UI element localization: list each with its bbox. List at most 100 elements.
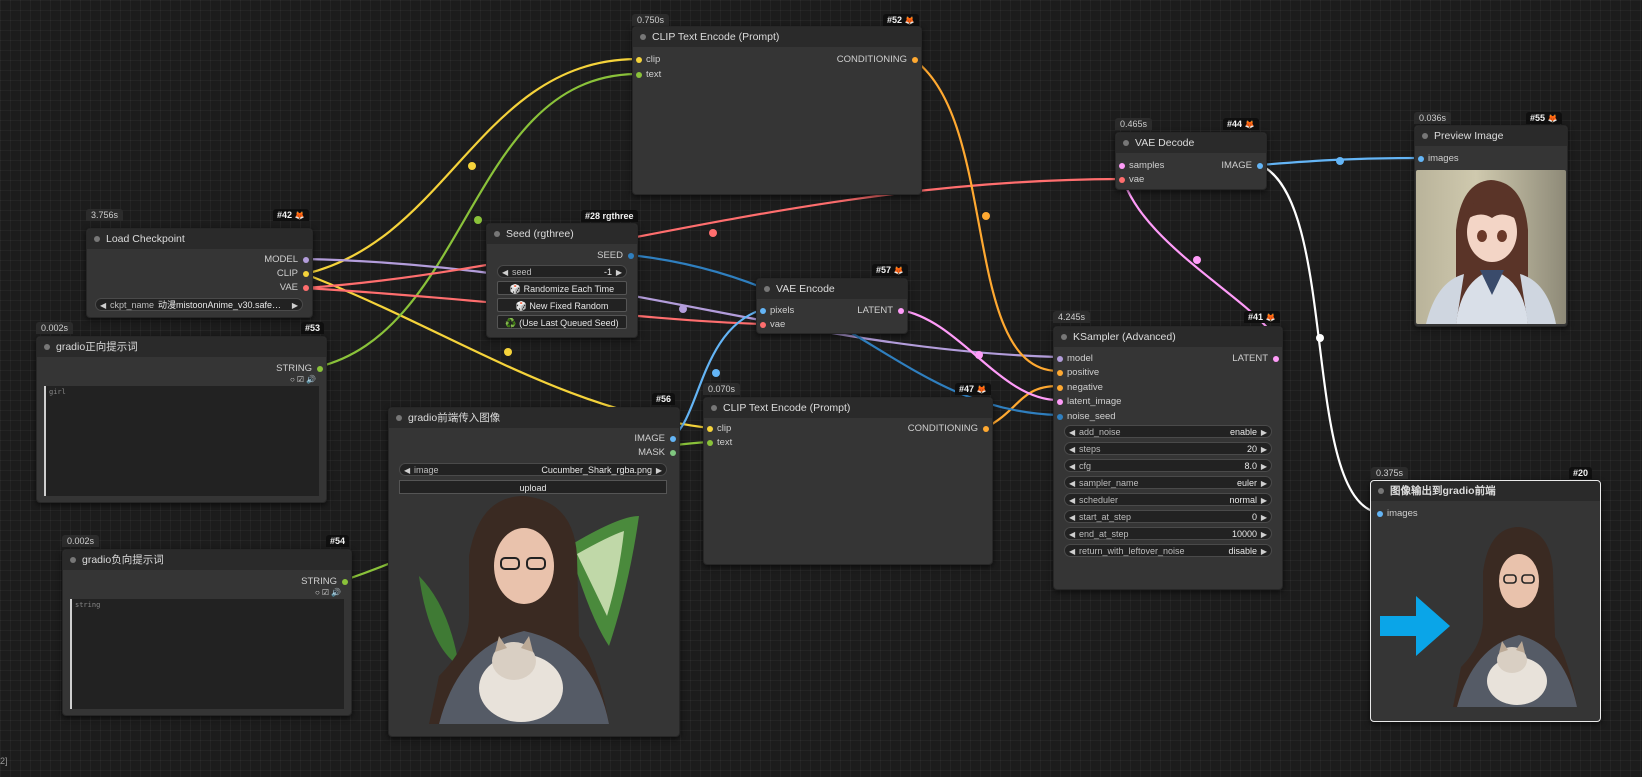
node-vae-encode-57[interactable]: VAE Encode pixels vae LATENT bbox=[756, 278, 908, 334]
collapse-dot-icon[interactable] bbox=[764, 286, 770, 292]
node-title[interactable]: Load Checkpoint bbox=[87, 229, 312, 249]
input-pin-pixels[interactable] bbox=[760, 308, 766, 314]
output-pin-model[interactable] bbox=[303, 257, 309, 263]
collapse-dot-icon[interactable] bbox=[711, 405, 717, 411]
cfg-number[interactable]: ◀ cfg 8.0 ▶ bbox=[1064, 459, 1272, 472]
node-seed-rgthree-28[interactable]: Seed (rgthree) SEED ◀ seed -1 ▶ 🎲 Random… bbox=[486, 223, 638, 338]
arrow-left-icon[interactable]: ◀ bbox=[100, 299, 106, 312]
randomize-each-time-button[interactable]: 🎲 Randomize Each Time bbox=[497, 281, 627, 295]
output-pin-string[interactable] bbox=[317, 366, 323, 372]
image-combo[interactable]: ◀ image Cucumber_Shark_rgba.png ▶ bbox=[399, 463, 667, 476]
node-title[interactable]: VAE Encode bbox=[757, 279, 907, 299]
output-pin-conditioning[interactable] bbox=[983, 426, 989, 432]
arrow-right-icon[interactable]: ▶ bbox=[616, 266, 622, 279]
arrow-left-icon[interactable]: ◀ bbox=[1069, 494, 1075, 507]
positive-prompt-textarea[interactable]: girl bbox=[44, 386, 319, 496]
sampler-name-combo[interactable]: ◀ sampler_name euler ▶ bbox=[1064, 476, 1272, 489]
scheduler-combo[interactable]: ◀ scheduler normal ▶ bbox=[1064, 493, 1272, 506]
output-pin-conditioning[interactable] bbox=[912, 57, 918, 63]
input-pin-samples[interactable] bbox=[1119, 163, 1125, 169]
node-clip-text-encode-47[interactable]: CLIP Text Encode (Prompt) clip text COND… bbox=[703, 397, 993, 565]
output-pin-clip[interactable] bbox=[303, 271, 309, 277]
return-with-leftover-noise-combo[interactable]: ◀ return_with_leftover_noise disable ▶ bbox=[1064, 544, 1272, 557]
arrow-right-icon[interactable]: ▶ bbox=[1261, 545, 1267, 558]
collapse-dot-icon[interactable] bbox=[94, 236, 100, 242]
collapse-dot-icon[interactable] bbox=[44, 344, 50, 350]
node-title[interactable]: KSampler (Advanced) bbox=[1054, 327, 1282, 347]
arrow-left-icon[interactable]: ◀ bbox=[404, 464, 410, 477]
input-pin-positive[interactable] bbox=[1057, 370, 1063, 376]
start-at-step-number[interactable]: ◀ start_at_step 0 ▶ bbox=[1064, 510, 1272, 523]
node-title[interactable]: 图像输出到gradio前端 bbox=[1371, 481, 1600, 501]
output-pin-image[interactable] bbox=[670, 436, 676, 442]
node-gradio-input-image-56[interactable]: gradio前端传入图像 IMAGE MASK ◀ image Cucumber… bbox=[388, 407, 680, 737]
arrow-left-icon[interactable]: ◀ bbox=[1069, 477, 1075, 490]
node-clip-text-encode-52[interactable]: CLIP Text Encode (Prompt) clip text COND… bbox=[632, 26, 922, 195]
node-gradio-positive-prompt-53[interactable]: gradio正向提示词 STRING ○☑🔊 girl bbox=[36, 336, 327, 503]
output-pin-latent[interactable] bbox=[898, 308, 904, 314]
input-pin-images[interactable] bbox=[1377, 511, 1383, 517]
collapse-dot-icon[interactable] bbox=[1422, 133, 1428, 139]
node-title[interactable]: gradio负向提示词 bbox=[63, 550, 351, 570]
node-vae-decode-44[interactable]: VAE Decode samples vae IMAGE bbox=[1115, 132, 1267, 190]
node-preview-image-55[interactable]: Preview Image images bbox=[1414, 125, 1568, 327]
output-pin-seed[interactable] bbox=[628, 253, 634, 259]
collapse-dot-icon[interactable] bbox=[640, 34, 646, 40]
collapse-dot-icon[interactable] bbox=[1123, 140, 1129, 146]
collapse-dot-icon[interactable] bbox=[1061, 334, 1067, 340]
arrow-left-icon[interactable]: ◀ bbox=[1069, 460, 1075, 473]
negative-prompt-textarea[interactable]: string bbox=[70, 599, 344, 709]
node-title[interactable]: CLIP Text Encode (Prompt) bbox=[633, 27, 921, 47]
node-title[interactable]: gradio正向提示词 bbox=[37, 337, 326, 357]
collapse-dot-icon[interactable] bbox=[396, 415, 402, 421]
arrow-right-icon[interactable]: ▶ bbox=[1261, 494, 1267, 507]
add-noise-combo[interactable]: ◀ add_noise enable ▶ bbox=[1064, 425, 1272, 438]
arrow-left-icon[interactable]: ◀ bbox=[1069, 545, 1075, 558]
output-pin-image[interactable] bbox=[1257, 163, 1263, 169]
end-at-step-number[interactable]: ◀ end_at_step 10000 ▶ bbox=[1064, 527, 1272, 540]
input-pin-clip[interactable] bbox=[636, 57, 642, 63]
node-title[interactable]: VAE Decode bbox=[1116, 133, 1266, 153]
arrow-left-icon[interactable]: ◀ bbox=[502, 266, 508, 279]
node-load-checkpoint-42[interactable]: Load Checkpoint MODEL CLIP VAE ◀ ckpt_na… bbox=[86, 228, 313, 318]
input-pin-text[interactable] bbox=[707, 440, 713, 446]
input-pin-latent-image[interactable] bbox=[1057, 399, 1063, 405]
use-last-queued-seed-button[interactable]: ♻️ (Use Last Queued Seed) bbox=[497, 315, 627, 329]
node-title[interactable]: Preview Image bbox=[1415, 126, 1567, 146]
node-gradio-output-image-20[interactable]: 图像输出到gradio前端 images bbox=[1370, 480, 1601, 722]
output-pin-string[interactable] bbox=[342, 579, 348, 585]
arrow-right-icon[interactable]: ▶ bbox=[1261, 528, 1267, 541]
new-fixed-random-button[interactable]: 🎲 New Fixed Random bbox=[497, 298, 627, 312]
output-pin-vae[interactable] bbox=[303, 285, 309, 291]
ckpt-name-combo[interactable]: ◀ ckpt_name 动漫mistoonAnime_v30.safe… ▶ bbox=[95, 298, 303, 311]
collapse-dot-icon[interactable] bbox=[494, 231, 500, 237]
seed-widget[interactable]: ◀ seed -1 ▶ bbox=[497, 265, 627, 278]
input-pin-negative[interactable] bbox=[1057, 385, 1063, 391]
arrow-right-icon[interactable]: ▶ bbox=[1261, 511, 1267, 524]
input-pin-clip[interactable] bbox=[707, 426, 713, 432]
node-title[interactable]: Seed (rgthree) bbox=[487, 224, 637, 244]
arrow-right-icon[interactable]: ▶ bbox=[1261, 460, 1267, 473]
arrow-right-icon[interactable]: ▶ bbox=[292, 299, 298, 312]
node-ksampler-advanced-41[interactable]: KSampler (Advanced) model positive negat… bbox=[1053, 326, 1283, 590]
arrow-right-icon[interactable]: ▶ bbox=[1261, 443, 1267, 456]
arrow-right-icon[interactable]: ▶ bbox=[656, 464, 662, 477]
collapse-dot-icon[interactable] bbox=[1378, 488, 1384, 494]
input-pin-text[interactable] bbox=[636, 72, 642, 78]
arrow-right-icon[interactable]: ▶ bbox=[1261, 477, 1267, 490]
arrow-left-icon[interactable]: ◀ bbox=[1069, 426, 1075, 439]
input-pin-vae[interactable] bbox=[760, 322, 766, 328]
node-gradio-negative-prompt-54[interactable]: gradio负向提示词 STRING ○☑🔊 string bbox=[62, 549, 352, 716]
arrow-left-icon[interactable]: ◀ bbox=[1069, 528, 1075, 541]
upload-button[interactable]: upload bbox=[399, 480, 667, 494]
arrow-left-icon[interactable]: ◀ bbox=[1069, 511, 1075, 524]
textarea-toolbar-icons[interactable]: ○☑🔊 bbox=[315, 588, 343, 597]
collapse-dot-icon[interactable] bbox=[70, 557, 76, 563]
textarea-toolbar-icons[interactable]: ○☑🔊 bbox=[290, 375, 318, 384]
arrow-left-icon[interactable]: ◀ bbox=[1069, 443, 1075, 456]
input-pin-vae[interactable] bbox=[1119, 177, 1125, 183]
steps-number[interactable]: ◀ steps 20 ▶ bbox=[1064, 442, 1272, 455]
node-title[interactable]: gradio前端传入图像 bbox=[389, 408, 679, 428]
input-pin-images[interactable] bbox=[1418, 156, 1424, 162]
node-title[interactable]: CLIP Text Encode (Prompt) bbox=[704, 398, 992, 418]
